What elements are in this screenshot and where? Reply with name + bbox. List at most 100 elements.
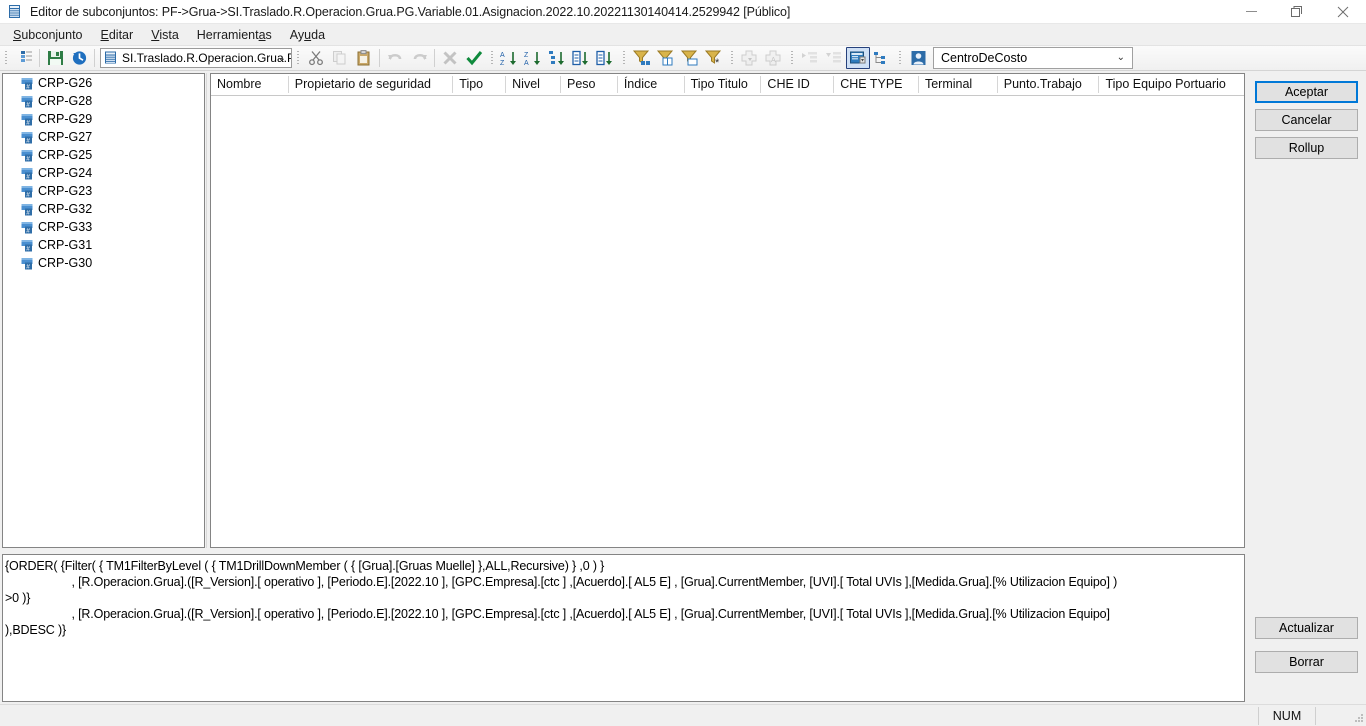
tree-item[interactable]: # CRP-G31 bbox=[3, 236, 204, 254]
svg-text:#: # bbox=[26, 209, 30, 216]
grid-column-header[interactable]: Tipo bbox=[453, 74, 507, 95]
tree-item-label: CRP-G23 bbox=[38, 184, 93, 198]
refresh-icon[interactable] bbox=[67, 47, 91, 69]
delete-icon bbox=[438, 47, 462, 69]
sort-index-ascending-icon[interactable] bbox=[570, 47, 594, 69]
chevron-down-icon[interactable]: ⌄ bbox=[278, 53, 286, 64]
tree-item-label: CRP-G28 bbox=[38, 94, 93, 108]
grid-column-header[interactable]: Tipo Equipo Portuario bbox=[1099, 74, 1244, 95]
menu-editar[interactable]: Editar bbox=[92, 26, 143, 44]
svg-text:#: # bbox=[26, 191, 30, 198]
menu-ayuda[interactable]: Ayuda bbox=[281, 26, 334, 44]
sort-index-descending-icon[interactable] bbox=[594, 47, 618, 69]
grid-column-header[interactable]: Peso bbox=[561, 74, 618, 95]
tree-item[interactable]: # CRP-G27 bbox=[3, 128, 204, 146]
grid-column-header[interactable]: Punto.Trabajo bbox=[998, 74, 1100, 95]
save-icon[interactable] bbox=[43, 47, 67, 69]
svg-text:A: A bbox=[771, 57, 776, 64]
chevron-down-icon[interactable]: ⌄ bbox=[1117, 52, 1125, 63]
grid-column-header[interactable]: Terminal bbox=[919, 74, 998, 95]
grid-column-header[interactable]: CHE TYPE bbox=[834, 74, 919, 95]
menu-herramientas[interactable]: Herramientas bbox=[188, 26, 281, 44]
grid-column-header[interactable]: Nivel bbox=[506, 74, 561, 95]
insert-parent-icon: A bbox=[762, 47, 786, 69]
mdx-expression-line: , [R.Operacion.Grua].([R_Version].[ oper… bbox=[5, 575, 1118, 589]
tree-item-label: CRP-G30 bbox=[38, 256, 93, 270]
mdx-expression-pane[interactable]: {ORDER( {Filter( { TM1FilterByLevel ( { … bbox=[2, 554, 1245, 702]
toolbar: SI.Traslado.R.Operacion.Grua.PG ⌄ A Z Z … bbox=[0, 45, 1366, 71]
aceptar-button[interactable]: Aceptar bbox=[1255, 81, 1358, 103]
element-icon: # bbox=[21, 185, 36, 198]
toolbar-grip-4[interactable] bbox=[621, 49, 628, 67]
toolbar-grip-7[interactable] bbox=[897, 49, 904, 67]
subset-combo[interactable]: SI.Traslado.R.Operacion.Grua.PG ⌄ bbox=[100, 48, 292, 68]
element-icon: # bbox=[21, 257, 36, 270]
mdx-expression-text: {ORDER( {Filter( { TM1FilterByLevel ( { … bbox=[5, 558, 1242, 638]
tree-item[interactable]: # CRP-G29 bbox=[3, 110, 204, 128]
filter-clear-icon[interactable]: * bbox=[702, 47, 726, 69]
filter-by-attribute-icon[interactable] bbox=[654, 47, 678, 69]
element-icon: # bbox=[21, 149, 36, 162]
element-icon: # bbox=[21, 221, 36, 234]
tree-item[interactable]: # CRP-G32 bbox=[3, 200, 204, 218]
security-user-icon[interactable] bbox=[906, 47, 930, 69]
grid-column-header[interactable]: Propietario de seguridad bbox=[289, 74, 454, 95]
tree-item[interactable]: # CRP-G23 bbox=[3, 182, 204, 200]
tree-item[interactable]: # CRP-G24 bbox=[3, 164, 204, 182]
new-subset-icon[interactable] bbox=[12, 47, 36, 69]
resize-grip-icon[interactable] bbox=[1352, 712, 1364, 724]
horizontal-splitter[interactable] bbox=[2, 549, 1245, 553]
toolbar-grip-2[interactable] bbox=[295, 49, 302, 67]
toolbar-grip-1[interactable] bbox=[3, 49, 10, 67]
menu-subconjunto[interactable]: Subconjunto bbox=[4, 26, 92, 44]
actualizar-button[interactable]: Actualizar bbox=[1255, 617, 1358, 639]
filter-by-level-icon[interactable] bbox=[630, 47, 654, 69]
dimension-combo[interactable]: CentroDeCosto ⌄ bbox=[933, 47, 1133, 69]
tree-item[interactable]: # CRP-G33 bbox=[3, 218, 204, 236]
drill-down-icon[interactable] bbox=[870, 47, 894, 69]
window-controls bbox=[1228, 0, 1366, 24]
grid-column-header[interactable]: CHE ID bbox=[761, 74, 835, 95]
keep-subset-icon[interactable] bbox=[846, 47, 870, 69]
close-icon[interactable] bbox=[1320, 0, 1366, 24]
toolbar-grip-6[interactable] bbox=[789, 49, 796, 67]
toolbar-grip-5[interactable] bbox=[729, 49, 736, 67]
element-icon: # bbox=[21, 167, 36, 180]
tree-item[interactable]: # CRP-G26 bbox=[3, 74, 204, 92]
tree-item-label: CRP-G29 bbox=[38, 112, 93, 126]
menu-vista[interactable]: Vista bbox=[142, 26, 188, 44]
subset-members-tree[interactable]: # CRP-G26 # CRP-G28 # CRP-G29 # CRP-G27 # CRP-G25… bbox=[2, 73, 205, 548]
tree-item-label: CRP-G27 bbox=[38, 130, 93, 144]
svg-text:*: * bbox=[715, 57, 720, 66]
sort-ascending-icon[interactable]: A Z bbox=[498, 47, 522, 69]
element-icon: # bbox=[21, 239, 36, 252]
tree-item[interactable]: # CRP-G30 bbox=[3, 254, 204, 272]
toolbar-grip-3[interactable] bbox=[489, 49, 496, 67]
paste-icon[interactable] bbox=[352, 47, 376, 69]
svg-text:#: # bbox=[26, 155, 30, 162]
restore-icon[interactable] bbox=[1274, 0, 1320, 24]
rollup-button[interactable]: Rollup bbox=[1255, 137, 1358, 159]
tree-item[interactable]: # CRP-G25 bbox=[3, 146, 204, 164]
tree-item-label: CRP-G31 bbox=[38, 238, 93, 252]
borrar-button[interactable]: Borrar bbox=[1255, 651, 1358, 673]
confirm-icon[interactable] bbox=[462, 47, 486, 69]
grid-column-header[interactable]: Nombre bbox=[211, 74, 289, 95]
svg-text:#: # bbox=[26, 245, 30, 252]
tree-item[interactable]: # CRP-G28 bbox=[3, 92, 204, 110]
sort-hierarchy-icon[interactable] bbox=[546, 47, 570, 69]
subset-editor-window: Editor de subconjuntos: PF->Grua->SI.Tra… bbox=[0, 0, 1366, 726]
filter-by-expression-icon[interactable] bbox=[678, 47, 702, 69]
grid-column-header[interactable]: Tipo Titulo bbox=[685, 74, 762, 95]
attributes-grid[interactable]: Nombre Propietario de seguridad Tipo Nivel P… bbox=[210, 73, 1245, 548]
tree-item-label: CRP-G32 bbox=[38, 202, 93, 216]
minimize-icon[interactable] bbox=[1228, 0, 1274, 24]
cut-icon[interactable] bbox=[304, 47, 328, 69]
grid-column-header[interactable]: Índice bbox=[618, 74, 685, 95]
element-icon: # bbox=[21, 77, 36, 90]
mdx-expression-line: {ORDER( {Filter( { TM1FilterByLevel ( { … bbox=[5, 559, 605, 573]
element-icon: # bbox=[21, 131, 36, 144]
insert-child-icon bbox=[738, 47, 762, 69]
cancelar-button[interactable]: Cancelar bbox=[1255, 109, 1358, 131]
sort-descending-icon[interactable]: Z A bbox=[522, 47, 546, 69]
